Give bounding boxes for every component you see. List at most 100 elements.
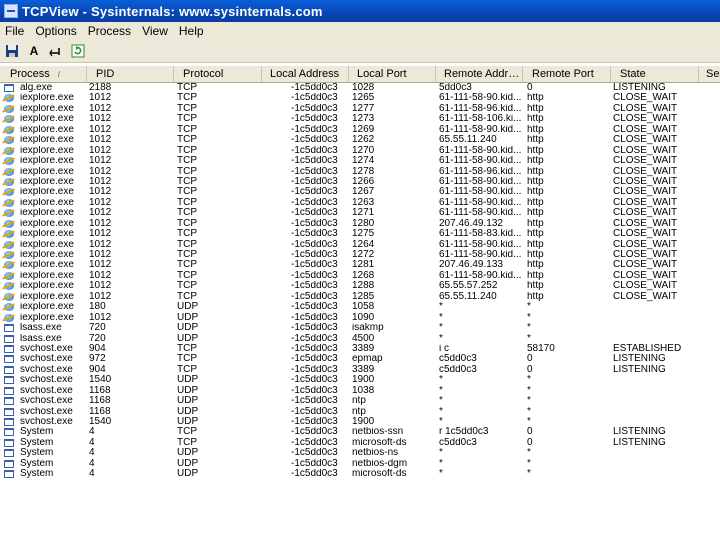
cell-protocol: TCP bbox=[177, 187, 197, 198]
table-row[interactable]: svchost.exe 1168 UDP -1c5dd0c3 ntp * * bbox=[0, 396, 720, 406]
cell-protocol: TCP bbox=[177, 354, 197, 365]
cell-remote-address: r 1c5dd0c3 bbox=[439, 427, 489, 438]
font-icon[interactable]: A bbox=[24, 42, 44, 60]
table-row[interactable]: iexplore.exe 1012 TCP -1c5dd0c3 1270 61-111-5… bbox=[0, 146, 720, 156]
cell-local-address: -1c5dd0c3 bbox=[291, 406, 338, 417]
table-row[interactable]: svchost.exe 972 TCP -1c5dd0c3 epmap c5dd0c3 0 L… bbox=[0, 354, 720, 364]
cell-state: CLOSE_WAIT bbox=[613, 250, 678, 260]
table-row[interactable]: System 4 UDP -1c5dd0c3 netbios-dgm * * bbox=[0, 459, 720, 469]
cell-pid: 1168 bbox=[89, 396, 111, 407]
table-row[interactable]: iexplore.exe 1012 TCP -1c5dd0c3 1280 207.46.4… bbox=[0, 219, 720, 229]
cell-protocol: TCP bbox=[177, 364, 197, 375]
menu-help[interactable]: Help bbox=[174, 24, 210, 38]
cell-remote-address: 61-111-58-90.kid... bbox=[439, 145, 522, 156]
cell-remote-address: 5dd0c3 bbox=[439, 83, 472, 93]
table-row[interactable]: iexplore.exe 1012 TCP -1c5dd0c3 1268 61-111-5… bbox=[0, 271, 720, 281]
table-row[interactable]: svchost.exe 1168 UDP -1c5dd0c3 1038 * * bbox=[0, 386, 720, 396]
cell-remote-address: 65.55.57.252 bbox=[439, 281, 498, 292]
menu-options[interactable]: Options bbox=[30, 24, 82, 38]
table-row[interactable]: iexplore.exe 1012 TCP -1c5dd0c3 1288 65.55.57… bbox=[0, 281, 720, 291]
cell-process: iexplore.exe bbox=[20, 135, 74, 146]
header-state[interactable]: State bbox=[611, 66, 699, 82]
table-row[interactable]: svchost.exe 904 TCP -1c5dd0c3 3389 i c 58170 ES… bbox=[0, 344, 720, 354]
table-row[interactable]: iexplore.exe 1012 TCP -1c5dd0c3 1281 207.46.4… bbox=[0, 260, 720, 270]
table-row[interactable]: svchost.exe 1168 UDP -1c5dd0c3 ntp * * bbox=[0, 407, 720, 417]
table-row[interactable]: iexplore.exe 1012 TCP -1c5dd0c3 1274 61-111-5… bbox=[0, 156, 720, 166]
header-local-port[interactable]: Local Port bbox=[349, 66, 436, 82]
table-row[interactable]: iexplore.exe 1012 UDP -1c5dd0c3 1090 * * bbox=[0, 313, 720, 323]
table-row[interactable]: System 4 TCP -1c5dd0c3 microsoft-ds c5dd0c3 0 L… bbox=[0, 438, 720, 448]
cell-local-port: 1280 bbox=[352, 218, 375, 229]
menu-view[interactable]: View bbox=[137, 24, 174, 38]
cell-process: svchost.exe bbox=[20, 385, 73, 396]
menu-file[interactable]: File bbox=[0, 24, 30, 38]
title-bar[interactable]: TCPView - Sysinternals: www.sysinternals… bbox=[0, 0, 720, 22]
cell-remote-address: 207.46.49.132 bbox=[439, 218, 503, 229]
cell-local-port: 1263 bbox=[352, 197, 375, 208]
table-row[interactable]: iexplore.exe 180 UDP -1c5dd0c3 1058 * * bbox=[0, 302, 720, 312]
header-remote-address[interactable]: Remote Addr… bbox=[436, 66, 523, 82]
cell-pid: 4 bbox=[89, 458, 95, 469]
save-icon[interactable] bbox=[2, 42, 22, 60]
header-protocol[interactable]: Protocol bbox=[174, 66, 262, 82]
cell-pid: 1012 bbox=[89, 145, 112, 156]
table-row[interactable]: svchost.exe 1540 UDP -1c5dd0c3 1900 * * bbox=[0, 417, 720, 427]
table-row[interactable]: iexplore.exe 1012 TCP -1c5dd0c3 1265 61-111-5… bbox=[0, 93, 720, 103]
cell-state: CLOSE_WAIT bbox=[613, 124, 678, 135]
header-pid[interactable]: PID bbox=[87, 66, 174, 82]
cell-local-port: 4500 bbox=[352, 333, 375, 344]
table-row[interactable]: iexplore.exe 1012 TCP -1c5dd0c3 1277 61-111-5… bbox=[0, 104, 720, 114]
table-row[interactable]: iexplore.exe 1012 TCP -1c5dd0c3 1275 61-111-5… bbox=[0, 229, 720, 239]
cell-local-port: 1285 bbox=[352, 291, 375, 302]
cell-process: iexplore.exe bbox=[20, 291, 74, 302]
cell-state: CLOSE_WAIT bbox=[613, 156, 678, 167]
table-row[interactable]: svchost.exe 904 TCP -1c5dd0c3 3389 c5dd0c3 0 LI… bbox=[0, 365, 720, 375]
cell-state: ESTABLISHED bbox=[613, 343, 682, 354]
cell-pid: 1012 bbox=[89, 197, 112, 208]
cell-local-address: -1c5dd0c3 bbox=[291, 312, 338, 323]
header-sent[interactable]: Se bbox=[699, 66, 720, 82]
table-row[interactable]: iexplore.exe 1012 TCP -1c5dd0c3 1269 61-111-5… bbox=[0, 125, 720, 135]
table-row[interactable]: alg.exe 2188 TCP -1c5dd0c3 1028 5dd0c3 0 LISTEN… bbox=[0, 83, 720, 93]
header-remote-port[interactable]: Remote Port bbox=[523, 66, 611, 82]
header-local-address[interactable]: Local Address bbox=[262, 66, 349, 82]
cell-process: iexplore.exe bbox=[20, 239, 74, 250]
cell-protocol: TCP bbox=[177, 135, 197, 146]
cell-state: LISTENING bbox=[613, 437, 666, 448]
cell-pid: 2188 bbox=[89, 83, 112, 93]
table-row[interactable]: lsass.exe 720 UDP -1c5dd0c3 4500 * * bbox=[0, 334, 720, 344]
table-row[interactable]: iexplore.exe 1012 TCP -1c5dd0c3 1263 61-111-5… bbox=[0, 198, 720, 208]
cell-state: CLOSE_WAIT bbox=[613, 270, 678, 281]
cell-protocol: TCP bbox=[177, 114, 197, 125]
table-row[interactable]: System 4 UDP -1c5dd0c3 microsoft-ds * * bbox=[0, 469, 720, 479]
cell-local-address: -1c5dd0c3 bbox=[291, 260, 338, 271]
refresh-icon[interactable] bbox=[68, 42, 88, 60]
cell-state: CLOSE_WAIT bbox=[613, 239, 678, 250]
table-row[interactable]: System 4 UDP -1c5dd0c3 netbios-ns * * bbox=[0, 448, 720, 458]
table-row[interactable]: iexplore.exe 1012 TCP -1c5dd0c3 1278 61-111-5… bbox=[0, 167, 720, 177]
window-process-icon bbox=[4, 470, 14, 479]
cell-process: lsass.exe bbox=[20, 323, 62, 334]
cell-local-address: -1c5dd0c3 bbox=[291, 229, 338, 240]
cell-protocol: TCP bbox=[177, 124, 197, 135]
cell-local-address: -1c5dd0c3 bbox=[291, 302, 338, 313]
table-row[interactable]: iexplore.exe 1012 TCP -1c5dd0c3 1285 65.55.11… bbox=[0, 292, 720, 302]
table-row[interactable]: lsass.exe 720 UDP -1c5dd0c3 isakmp * * bbox=[0, 323, 720, 333]
table-row[interactable]: System 4 TCP -1c5dd0c3 netbios-ssn r 1c5dd0c3… bbox=[0, 427, 720, 437]
table-row[interactable]: iexplore.exe 1012 TCP -1c5dd0c3 1273 61-111-5… bbox=[0, 114, 720, 124]
cell-process: svchost.exe bbox=[20, 417, 73, 427]
table-row[interactable]: iexplore.exe 1012 TCP -1c5dd0c3 1266 61-111-5… bbox=[0, 177, 720, 187]
cell-process: System bbox=[20, 458, 54, 469]
table-row[interactable]: iexplore.exe 1012 TCP -1c5dd0c3 1271 61-111-5… bbox=[0, 208, 720, 218]
header-process[interactable]: Process / bbox=[0, 66, 87, 82]
table-row[interactable]: iexplore.exe 1012 TCP -1c5dd0c3 1267 61-111-5… bbox=[0, 187, 720, 197]
cell-state: LISTENING bbox=[613, 354, 666, 365]
table-row[interactable]: svchost.exe 1540 UDP -1c5dd0c3 1900 * * bbox=[0, 375, 720, 385]
cell-remote-port: * bbox=[527, 396, 531, 407]
cell-remote-port: * bbox=[527, 333, 531, 344]
table-row[interactable]: iexplore.exe 1012 TCP -1c5dd0c3 1264 61-111-5… bbox=[0, 240, 720, 250]
menu-process[interactable]: Process bbox=[83, 24, 137, 38]
table-row[interactable]: iexplore.exe 1012 TCP -1c5dd0c3 1262 65.55.11… bbox=[0, 135, 720, 145]
table-row[interactable]: iexplore.exe 1012 TCP -1c5dd0c3 1272 61-111-5… bbox=[0, 250, 720, 260]
resolve-addresses-icon[interactable] bbox=[46, 42, 66, 60]
